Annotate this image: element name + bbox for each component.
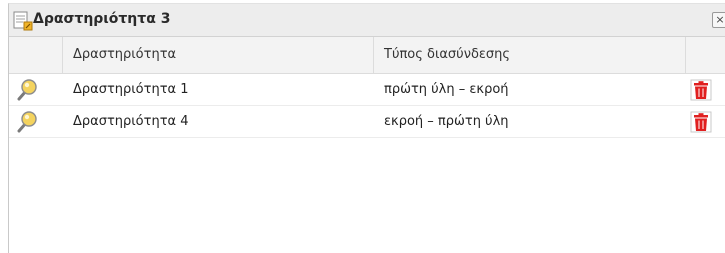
trash-icon[interactable] xyxy=(689,78,713,102)
panel-titlebar: Δραστηριότητα 3 × xyxy=(9,4,725,37)
close-button[interactable]: × xyxy=(712,12,725,28)
delete-cell xyxy=(689,106,725,137)
link-type: εκροή – πρώτη ύλη xyxy=(384,114,509,129)
panel-title: Δραστηριότητα 3 xyxy=(33,11,171,27)
window-icon xyxy=(13,10,35,32)
trash-icon[interactable] xyxy=(689,110,713,134)
link-type: πρώτη ύλη – εκροή xyxy=(384,82,509,97)
activity-name: Δραστηριότητα 4 xyxy=(73,114,189,129)
activity-name: Δραστηριότητα 1 xyxy=(73,82,189,97)
header-link-type[interactable]: Τύπος διασύνδεσης xyxy=(374,37,686,73)
view-cell xyxy=(9,74,63,105)
delete-cell xyxy=(689,74,725,105)
header-activity[interactable]: Δραστηριότητα xyxy=(63,37,374,73)
header-icon-column xyxy=(9,37,63,73)
header-actions xyxy=(686,37,725,73)
table-header: Δραστηριότητα Τύπος διασύνδεσης xyxy=(9,37,725,74)
table-row[interactable]: Δραστηριότητα 4 εκροή – πρώτη ύλη xyxy=(9,106,725,138)
table-row[interactable]: Δραστηριότητα 1 πρώτη ύλη – εκροή xyxy=(9,74,725,106)
view-cell xyxy=(9,106,63,137)
magnifier-icon[interactable] xyxy=(15,78,39,102)
activity-table: Δραστηριότητα Τύπος διασύνδεσης Δραστηρι… xyxy=(9,37,725,138)
activity-panel: Δραστηριότητα 3 × Δραστηριότητα Τύπος δι… xyxy=(8,3,725,253)
magnifier-icon[interactable] xyxy=(15,110,39,134)
